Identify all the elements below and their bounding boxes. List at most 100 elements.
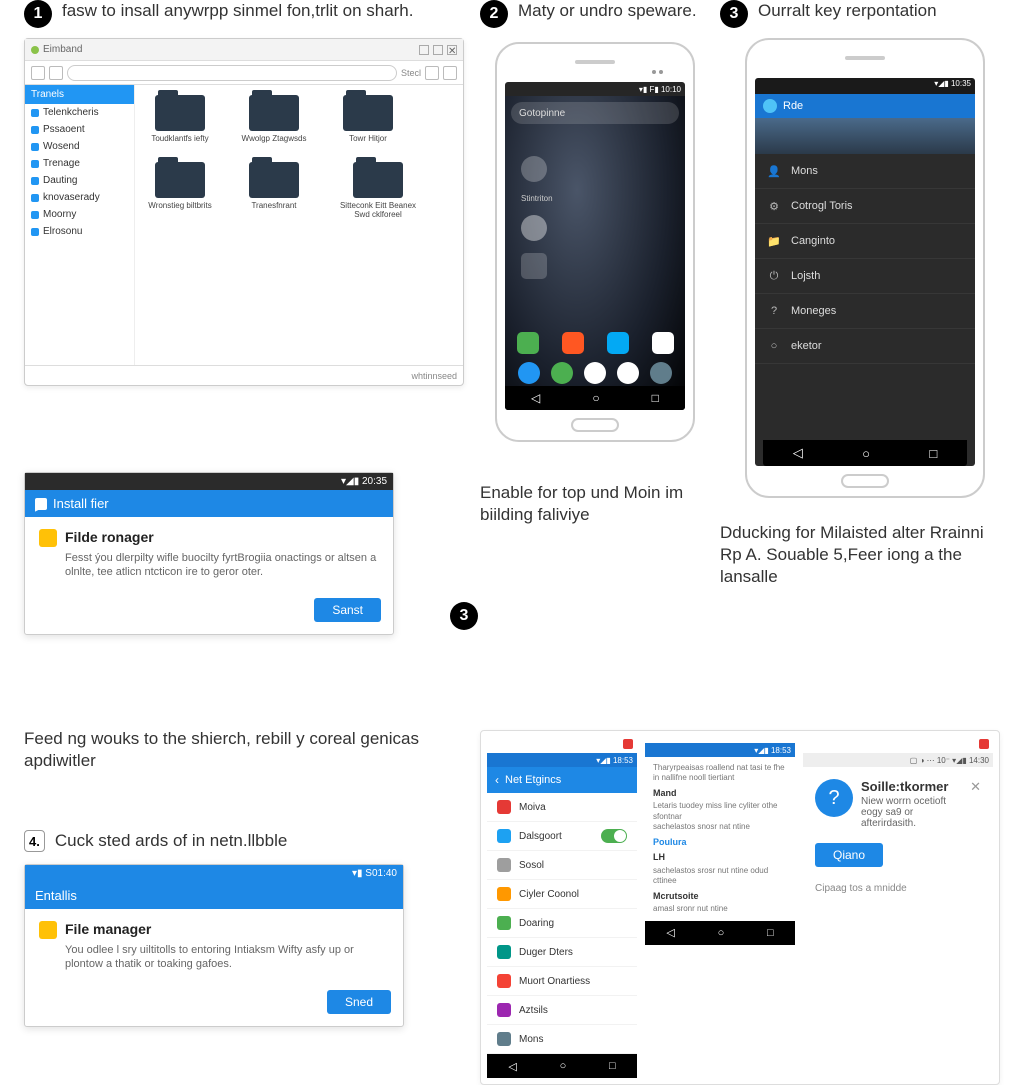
reload-icon[interactable] bbox=[425, 66, 439, 80]
widget-icon[interactable] bbox=[521, 215, 547, 241]
recents-nav-icon[interactable]: □ bbox=[652, 391, 659, 405]
chrome-icon[interactable] bbox=[617, 362, 639, 384]
widget-icon[interactable] bbox=[521, 253, 547, 279]
url-input[interactable] bbox=[67, 65, 397, 81]
settings-row[interactable]: Moiva bbox=[487, 793, 637, 822]
folder-item[interactable]: Tranesfnrant bbox=[239, 162, 309, 220]
sidebar-item[interactable]: Wosend bbox=[25, 138, 134, 155]
sidebar-item[interactable]: Trenage bbox=[25, 155, 134, 172]
settings-item[interactable]: ⚙Cotrogl Toris bbox=[755, 189, 975, 224]
folder-icon bbox=[155, 95, 205, 131]
settings-row[interactable]: Ciyler Coonol bbox=[487, 880, 637, 909]
sidebar-item[interactable]: Moorny bbox=[25, 206, 134, 223]
right-caption: Dducking for Milaisted alter Rrainni Rp … bbox=[720, 522, 1010, 588]
folder-item[interactable]: Toudklantfs iefty bbox=[145, 95, 215, 144]
settings-row[interactable]: Duger Dters bbox=[487, 938, 637, 967]
settings-row[interactable]: Muort Onartiess bbox=[487, 967, 637, 996]
toggle-switch[interactable] bbox=[601, 829, 627, 843]
app-icon[interactable] bbox=[562, 332, 584, 354]
settings-item[interactable]: 👤Mons bbox=[755, 154, 975, 189]
settings-row[interactable]: Dalsgoort bbox=[487, 822, 637, 851]
home-nav-icon[interactable]: ○ bbox=[862, 446, 870, 461]
confirm-phone: ▢ ◑ ⋯ 10⁻ ▾◢▮ 14:30 ? Soille:tkormer Nie… bbox=[803, 737, 993, 1078]
android-statusbar: ▢ ◑ ⋯ 10⁻ ▾◢▮ 14:30 bbox=[803, 753, 993, 767]
folder-item[interactable]: Wwolgp Ztagwsds bbox=[239, 95, 309, 144]
phone-home-button[interactable] bbox=[571, 418, 619, 432]
dialog-body-text: Fesst ýou dlerpilty wifle buocilty fyrtB… bbox=[65, 551, 379, 580]
step2-text: Maty or undro speware. bbox=[518, 0, 697, 21]
folder-item[interactable]: Sitteconk Eitt Beanex Swd cklforeel bbox=[333, 162, 423, 220]
folder-icon bbox=[249, 95, 299, 131]
sidebar-item[interactable]: Dauting bbox=[25, 172, 134, 189]
close-icon[interactable]: ✕ bbox=[970, 779, 981, 795]
app-logo-icon bbox=[763, 99, 777, 113]
doc-content: Tharyrpeaisas roallend nat tasi te fhe i… bbox=[645, 757, 795, 921]
settings-row[interactable]: Mons bbox=[487, 1025, 637, 1054]
messages-app-icon[interactable] bbox=[551, 362, 573, 384]
step3-number: 3 bbox=[720, 0, 748, 28]
menu-icon[interactable] bbox=[443, 66, 457, 80]
help-icon: ? bbox=[767, 304, 781, 318]
folder-item[interactable]: Wronstieg biltbrits bbox=[145, 162, 215, 220]
home-search-input[interactable]: Gotopinne bbox=[511, 102, 679, 124]
widget-icon[interactable] bbox=[521, 156, 547, 182]
secondary-link[interactable]: Cipaag tos a mnidde bbox=[815, 883, 981, 894]
android-statusbar: ▾◢▮ 18:53 bbox=[487, 753, 637, 767]
maximize-icon[interactable] bbox=[433, 45, 443, 55]
home-nav-icon[interactable]: ○ bbox=[718, 927, 725, 939]
recents-nav-icon[interactable]: □ bbox=[767, 927, 774, 939]
app-icon[interactable] bbox=[607, 332, 629, 354]
row-icon bbox=[497, 800, 511, 814]
sidebar-item[interactable]: knovaserady bbox=[25, 189, 134, 206]
apps-drawer-icon[interactable] bbox=[584, 362, 606, 384]
dialog-confirm-button[interactable]: Sanst bbox=[314, 598, 381, 622]
record-icon bbox=[979, 739, 989, 749]
dialog-confirm-button[interactable]: Sned bbox=[327, 990, 391, 1014]
confirm-button[interactable]: Qiano bbox=[815, 843, 883, 867]
settings-item[interactable]: ⏻Lojsth bbox=[755, 259, 975, 294]
android-statusbar: ▾◢▮ 10:35 bbox=[755, 78, 975, 94]
recents-nav-icon[interactable]: □ bbox=[609, 1060, 616, 1072]
browser-statusbar: whtinnseed bbox=[25, 365, 463, 385]
close-icon[interactable]: ✕ bbox=[447, 45, 457, 55]
minimize-icon[interactable] bbox=[419, 45, 429, 55]
home-wallpaper: Gotopinne Stintriton bbox=[505, 96, 685, 410]
sidebar-item[interactable]: Pssaoent bbox=[25, 121, 134, 138]
home-nav-icon[interactable]: ○ bbox=[560, 1060, 567, 1072]
row-icon bbox=[497, 916, 511, 930]
android-statusbar: ▾◢▮ 18:53 bbox=[645, 743, 795, 757]
settings-row[interactable]: Aztsils bbox=[487, 996, 637, 1025]
recents-nav-icon[interactable]: □ bbox=[929, 446, 937, 461]
settings-row[interactable]: Doaring bbox=[487, 909, 637, 938]
forward-icon[interactable] bbox=[49, 66, 63, 80]
settings-item[interactable]: ?Moneges bbox=[755, 294, 975, 329]
screen-title: Net Etgincs bbox=[505, 774, 561, 786]
android-nav-bar: ◁ ○ □ bbox=[487, 1054, 637, 1078]
play-store-icon[interactable] bbox=[652, 332, 674, 354]
camera-icon[interactable] bbox=[650, 362, 672, 384]
settings-row[interactable]: Sosol bbox=[487, 851, 637, 880]
back-nav-icon[interactable]: ◁ bbox=[508, 1060, 516, 1073]
sidebar-item[interactable]: Elrosonu bbox=[25, 223, 134, 240]
app-icon[interactable] bbox=[517, 332, 539, 354]
confirm-title: Soille:tkormer bbox=[861, 779, 962, 794]
settings-item[interactable]: ○eketor bbox=[755, 329, 975, 364]
phone-app-icon[interactable] bbox=[518, 362, 540, 384]
power-icon: ⏻ bbox=[767, 269, 781, 283]
folder-item[interactable]: Towr Hitjor bbox=[333, 95, 403, 144]
back-nav-icon[interactable]: ◁ bbox=[666, 926, 674, 939]
back-nav-icon[interactable]: ◁ bbox=[793, 445, 803, 461]
back-icon[interactable] bbox=[31, 66, 45, 80]
back-icon[interactable]: ‹ bbox=[495, 773, 499, 787]
doc-phone: ▾◢▮ 18:53 Tharyrpeaisas roallend nat tas… bbox=[645, 737, 795, 1078]
back-nav-icon[interactable]: ◁ bbox=[531, 391, 540, 405]
settings-item[interactable]: 📁Canginto bbox=[755, 224, 975, 259]
row-icon bbox=[497, 858, 511, 872]
android-nav-bar: ◁ ○ □ bbox=[505, 386, 685, 410]
step1-number: 1 bbox=[24, 0, 52, 28]
phone-home-button[interactable] bbox=[841, 474, 889, 488]
install-dialog-2: ▾▮ S01:40 Entallis File manager You odle… bbox=[24, 864, 404, 1027]
dialog-body-text: You odlee l sry uiltitolls to entoring I… bbox=[65, 943, 389, 972]
home-nav-icon[interactable]: ○ bbox=[592, 391, 599, 405]
sidebar-item[interactable]: Telenkcheris bbox=[25, 104, 134, 121]
